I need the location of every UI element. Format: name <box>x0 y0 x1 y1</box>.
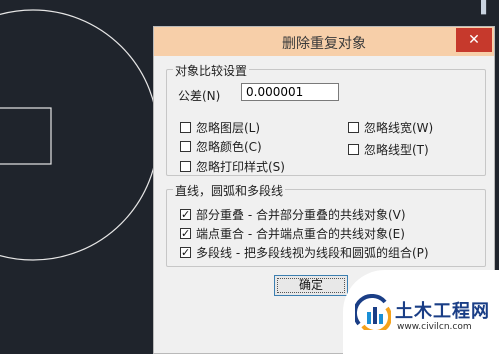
checkbox-label: 端点重合 - 合并端点重合的共线对象(E) <box>196 227 405 241</box>
checkbox-box[interactable] <box>180 161 191 172</box>
site-name: 土木工程网 <box>395 301 490 322</box>
ok-button-label: 确定 <box>298 278 323 292</box>
close-button[interactable]: ✕ <box>456 28 492 52</box>
checkbox-label: 忽略图层(L) <box>196 121 261 135</box>
checkbox-label: 多段线 - 把多段线视为线段和圆弧的组合(P) <box>196 246 429 260</box>
polyline-segments-checkbox[interactable]: ✓ 多段线 - 把多段线视为线段和圆弧的组合(P) <box>180 244 429 261</box>
checkbox-label: 忽略线宽(W) <box>364 121 434 135</box>
drawn-circle <box>0 9 159 261</box>
endpoint-overlap-checkbox[interactable]: ✓ 端点重合 - 合并端点重合的共线对象(E) <box>180 225 405 242</box>
site-logo-icon <box>355 294 391 330</box>
ignore-color-checkbox[interactable]: 忽略颜色(C) <box>180 138 262 155</box>
checkbox-label: 忽略打印样式(S) <box>196 160 285 174</box>
checkbox-checked[interactable]: ✓ <box>180 247 191 258</box>
ignore-linetype-checkbox[interactable]: 忽略线型(T) <box>348 141 429 158</box>
checkbox-label: 忽略颜色(C) <box>196 140 262 154</box>
checkbox-checked[interactable]: ✓ <box>180 209 191 220</box>
viewport-menu-icon[interactable]: ▐ <box>470 0 492 18</box>
checkbox-box[interactable] <box>180 122 191 133</box>
dialog-title: 删除重复对象 <box>282 36 366 52</box>
dialog-titlebar[interactable]: 删除重复对象 ✕ <box>154 27 494 56</box>
checkbox-box[interactable] <box>348 144 359 155</box>
watermark-badge: 土木工程网 www.civilcn.com <box>343 270 499 354</box>
ok-button[interactable]: 确定 <box>274 275 348 296</box>
checkbox-checked[interactable]: ✓ <box>180 228 191 239</box>
compare-settings-title: 对象比较设置 <box>173 62 250 79</box>
checkbox-box[interactable] <box>180 141 191 152</box>
close-icon: ✕ <box>468 32 480 48</box>
partial-overlap-checkbox[interactable]: ✓ 部分重叠 - 合并部分重叠的共线对象(V) <box>180 206 406 223</box>
drawn-rectangle <box>0 107 52 165</box>
checkbox-label: 部分重叠 - 合并部分重叠的共线对象(V) <box>196 208 406 222</box>
ignore-lineweight-checkbox[interactable]: 忽略线宽(W) <box>348 119 433 136</box>
tolerance-label: 公差(N) <box>178 89 221 103</box>
checkbox-box[interactable] <box>348 122 359 133</box>
ignore-plotstyle-checkbox[interactable]: 忽略打印样式(S) <box>180 158 285 175</box>
tolerance-input[interactable] <box>241 83 339 101</box>
checkbox-label: 忽略线型(T) <box>364 143 429 157</box>
polyline-options-title: 直线，圆弧和多段线 <box>173 182 286 199</box>
ignore-layer-checkbox[interactable]: 忽略图层(L) <box>180 119 260 136</box>
site-url: www.civilcn.com <box>397 322 472 332</box>
